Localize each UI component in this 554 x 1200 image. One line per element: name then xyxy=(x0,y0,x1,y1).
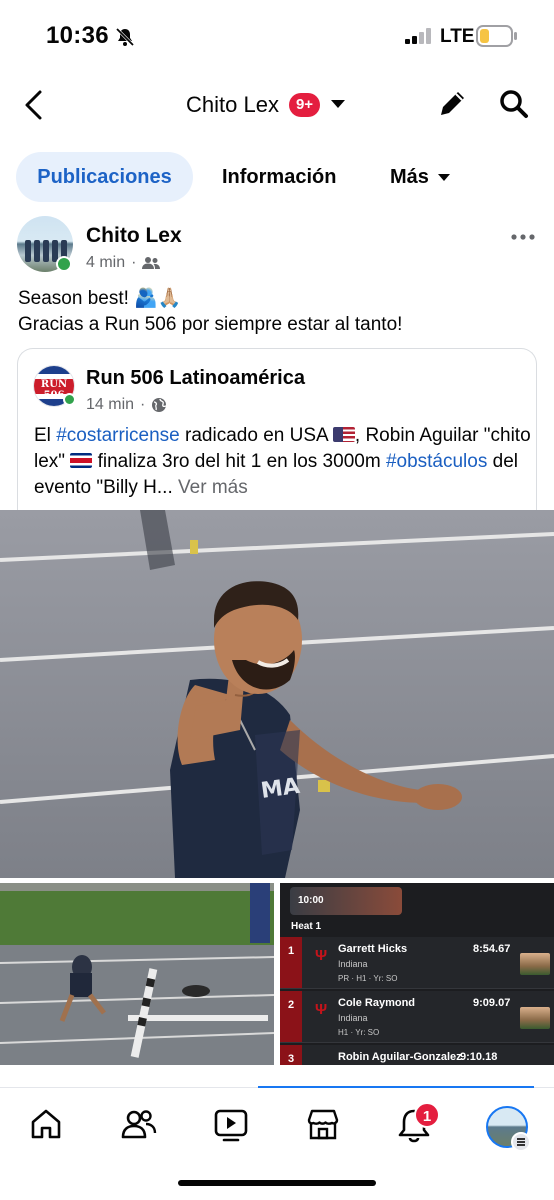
shared-text-part: El xyxy=(34,425,57,446)
edit-icon xyxy=(441,92,464,115)
usa-flag-icon xyxy=(332,427,355,442)
video-icon xyxy=(214,1109,248,1142)
menu-icon xyxy=(511,1132,531,1152)
result-row: 3 Robin Aguilar-Gonzalez 9:10.18 xyxy=(280,1045,554,1065)
globe-icon xyxy=(152,398,167,412)
post-author[interactable]: Chito Lex xyxy=(86,224,182,248)
post-text-line: Gracias a Run 506 por siempre estar al t… xyxy=(18,314,403,335)
result-info: PR · H1 · Yr: SO xyxy=(338,974,398,983)
post-header: Chito Lex 4 min · xyxy=(0,214,554,284)
result-time: 9:10.18 xyxy=(460,1051,498,1063)
results-clock: 10:00 xyxy=(290,887,402,915)
post-options-button[interactable] xyxy=(510,228,536,246)
shared-text-part: radicado en USA xyxy=(179,425,333,446)
home-indicator[interactable] xyxy=(178,1180,376,1186)
friends-icon xyxy=(142,257,161,269)
edit-button[interactable] xyxy=(436,88,468,125)
result-team: Indiana xyxy=(338,1013,368,1023)
bell-slash-icon xyxy=(114,26,136,53)
post-photo-main[interactable]: MA xyxy=(0,510,554,878)
status-bar: 10:36 LTE xyxy=(0,0,554,72)
result-thumbnail xyxy=(520,953,550,975)
nav-video[interactable] xyxy=(212,1106,252,1146)
result-time: 8:54.67 xyxy=(473,943,511,955)
home-icon xyxy=(31,1109,61,1139)
back-icon xyxy=(25,90,42,120)
status-time: 10:36 xyxy=(46,22,109,49)
result-row: 2 Ψ Cole Raymond Indiana 9:09.07 H1 · Yr… xyxy=(280,991,554,1043)
result-time: 9:09.07 xyxy=(473,997,511,1009)
result-position: 1 xyxy=(280,937,302,988)
nav-marketplace[interactable] xyxy=(304,1106,344,1146)
battery-icon xyxy=(476,25,518,52)
profile-switcher[interactable]: Chito Lex 9+ xyxy=(186,88,346,122)
shared-page-name[interactable]: Run 506 Latinoamérica xyxy=(86,367,305,390)
network-label: LTE xyxy=(440,26,475,47)
heat-label: Heat 1 xyxy=(291,921,322,932)
post-meta: 4 min · xyxy=(86,254,161,272)
hashtag-link[interactable]: #costarricense xyxy=(56,425,180,446)
profile-header: Chito Lex 9+ xyxy=(0,72,554,136)
post-time[interactable]: 4 min xyxy=(86,254,125,272)
team-logo-icon: Ψ xyxy=(315,947,328,964)
notification-count-badge: 9+ xyxy=(288,93,321,117)
result-row: 1 Ψ Garrett Hicks Indiana 8:54.67 PR · H… xyxy=(280,937,554,989)
nav-home[interactable] xyxy=(28,1106,68,1146)
see-more-link[interactable]: Ver más xyxy=(178,477,248,498)
signal-icon xyxy=(405,28,433,49)
online-status-dot xyxy=(56,256,72,272)
clock-text: 10:00 xyxy=(298,895,324,906)
shared-post-card[interactable]: RUN 506 Run 506 Latinoamérica 14 min · E… xyxy=(17,348,537,513)
result-position: 2 xyxy=(280,991,302,1042)
tab-publicaciones[interactable]: Publicaciones xyxy=(16,152,193,202)
page-title: Chito Lex xyxy=(186,92,279,117)
hashtag-link[interactable]: #obstáculos xyxy=(386,451,487,472)
online-status-dot xyxy=(63,393,76,406)
search-icon xyxy=(500,90,528,118)
steeplechase-photo xyxy=(0,883,274,1065)
scroll-indicator xyxy=(258,1086,534,1088)
athlete-photo: MA xyxy=(0,510,554,878)
back-button[interactable] xyxy=(18,86,52,124)
post-photo-results[interactable]: 10:00 Heat 1 1 Ψ Garrett Hicks Indiana 8… xyxy=(280,883,554,1065)
shared-text-part: finaliza 3ro del hit 1 en los 3000m xyxy=(92,451,386,472)
post-photo-steeplechase[interactable] xyxy=(0,883,274,1065)
tab-mas-label: Más xyxy=(390,166,429,188)
marketplace-icon xyxy=(307,1109,339,1140)
friends-icon xyxy=(121,1110,157,1139)
more-icon xyxy=(511,234,535,240)
tab-mas[interactable]: Más xyxy=(390,152,451,202)
result-team: Indiana xyxy=(338,959,368,969)
result-position: 3 xyxy=(280,1045,302,1065)
result-info: H1 · Yr: SO xyxy=(338,1028,380,1037)
caret-down-icon xyxy=(330,96,346,114)
search-button[interactable] xyxy=(498,88,530,125)
profile-tabs: Publicaciones Información Más xyxy=(0,152,554,204)
tab-informacion[interactable]: Información xyxy=(222,152,336,202)
team-logo-icon: Ψ xyxy=(315,1001,328,1018)
shared-post-text: El #costarricense radicado en USA , Robi… xyxy=(34,423,534,501)
shared-post-time[interactable]: 14 min xyxy=(86,396,134,414)
meta-separator: · xyxy=(131,254,137,271)
meta-separator: · xyxy=(140,396,146,413)
costa-rica-flag-icon xyxy=(70,453,93,468)
result-name: Cole Raymond xyxy=(338,997,416,1009)
result-thumbnail xyxy=(520,1007,550,1029)
caret-down-icon xyxy=(437,173,450,181)
nav-friends[interactable] xyxy=(120,1106,160,1146)
post-text: Season best! 🫂🙏🏼 Gracias a Run 506 por s… xyxy=(18,286,538,338)
result-name: Garrett Hicks xyxy=(338,943,408,955)
result-name: Robin Aguilar-Gonzalez xyxy=(338,1051,462,1063)
notifications-badge: 1 xyxy=(414,1102,440,1128)
shared-post-meta: 14 min · xyxy=(86,396,167,414)
post-text-line: Season best! 🫂🙏🏼 xyxy=(18,288,182,309)
